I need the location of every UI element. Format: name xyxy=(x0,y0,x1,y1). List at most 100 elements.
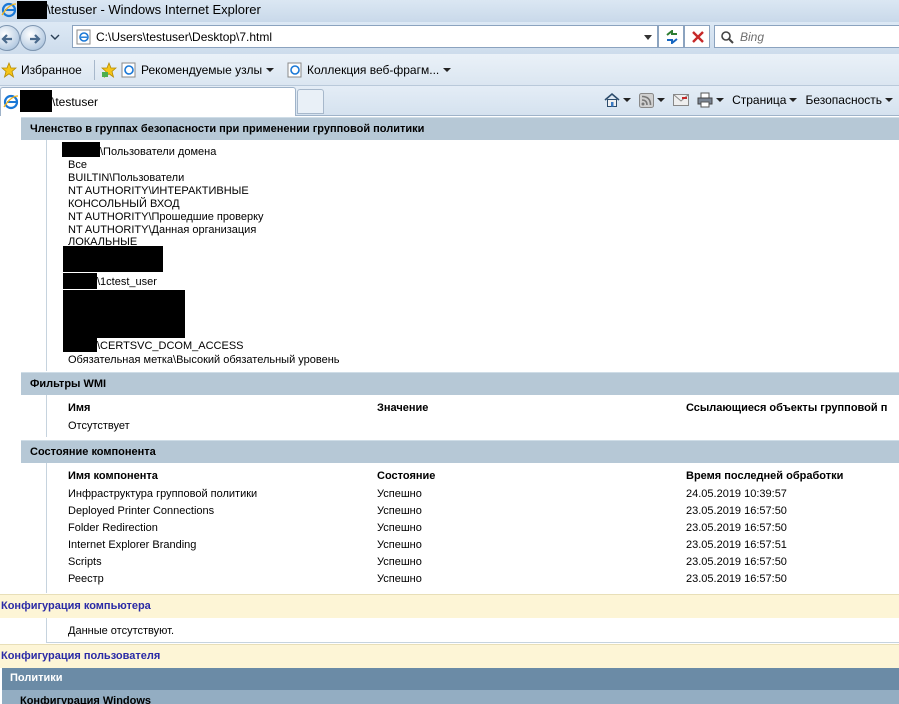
address-toolbar: C:\Users\testuser\Desktop\7.html Bing xyxy=(0,22,899,54)
refresh-button[interactable] xyxy=(658,25,684,48)
section-title: Конфигурация компьютера xyxy=(1,600,151,612)
star-icon xyxy=(1,62,17,78)
page-menu[interactable]: Страница xyxy=(732,93,798,107)
ie-page-icon xyxy=(287,62,302,78)
section-title: Политики xyxy=(10,672,63,684)
component-state: Успешно xyxy=(377,522,422,534)
print-button[interactable] xyxy=(697,92,725,108)
favorites-bar: Избранное Рекомендуемые узлы Коллекция в… xyxy=(0,54,899,86)
home-icon xyxy=(604,92,620,107)
back-button[interactable] xyxy=(0,25,20,51)
security-menu-label: Безопасность xyxy=(805,93,882,107)
page-ie-icon xyxy=(76,29,91,45)
divider xyxy=(46,642,899,643)
new-tab-button[interactable] xyxy=(297,89,324,114)
component-time: 23.05.2019 16:57:50 xyxy=(686,522,787,534)
component-name: Реестр xyxy=(68,573,104,585)
toolbar-divider xyxy=(94,60,95,80)
component-name: Folder Redirection xyxy=(68,522,158,534)
group-entry: \CERTSVC_DCOM_ACCESS xyxy=(97,340,244,352)
group-entry: NT AUTHORITY\Данная организация xyxy=(68,224,257,236)
group-entry: Обязательная метка\Высокий обязательный … xyxy=(68,354,340,366)
chevron-down-icon xyxy=(885,98,893,102)
address-input[interactable]: C:\Users\testuser\Desktop\7.html xyxy=(72,25,658,48)
chevron-down-icon xyxy=(443,68,452,72)
column-header: Время последней обработки xyxy=(686,470,844,482)
web-slice-gallery-label: Коллекция веб-фрагм... xyxy=(307,63,440,77)
recommended-sites-button[interactable]: Рекомендуемые узлы xyxy=(101,62,275,78)
section-left-rule xyxy=(46,140,47,371)
tab-bar: \testuser Страница Безопасность xyxy=(0,86,899,116)
ie-page-icon xyxy=(121,62,136,78)
windows-config-header[interactable]: Конфигурация Windows xyxy=(2,690,899,704)
tab-active[interactable]: \testuser xyxy=(0,87,296,116)
read-mail-button[interactable] xyxy=(673,94,690,106)
group-entry: NT AUTHORITY\ИНТЕРАКТИВНЫЕ xyxy=(68,185,249,197)
recent-pages-dropdown-icon[interactable] xyxy=(50,32,60,42)
user-config-header[interactable]: Конфигурация пользователя xyxy=(0,644,899,668)
section-left-rule xyxy=(46,618,47,642)
chevron-down-icon xyxy=(266,68,275,72)
ie-logo-icon xyxy=(3,94,19,110)
section-title: Конфигурация пользователя xyxy=(1,650,161,662)
close-icon xyxy=(692,31,704,43)
component-state: Успешно xyxy=(377,573,422,585)
chevron-down-icon xyxy=(657,98,666,102)
redacted-block xyxy=(63,273,97,289)
component-status-header[interactable]: Состояние компонента xyxy=(21,440,899,463)
redacted-domain xyxy=(20,90,52,112)
wmi-filters-header[interactable]: Фильтры WMI xyxy=(21,372,899,395)
component-name: Scripts xyxy=(68,556,102,568)
component-time: 24.05.2019 10:39:57 xyxy=(686,488,787,500)
home-button[interactable] xyxy=(604,92,632,108)
refresh-icon xyxy=(666,30,678,44)
column-header: Ссылающиеся объекты групповой п xyxy=(686,402,888,414)
command-bar: Страница Безопасность xyxy=(596,92,893,108)
chevron-down-icon xyxy=(789,98,798,102)
arrow-left-icon xyxy=(1,34,12,44)
recommended-sites-label: Рекомендуемые узлы xyxy=(141,63,263,77)
section-title: Фильтры WMI xyxy=(30,378,107,390)
stop-button[interactable] xyxy=(684,25,710,48)
component-name: Инфраструктура групповой политики xyxy=(68,488,258,500)
redacted-block xyxy=(63,290,185,338)
mail-icon xyxy=(673,94,690,106)
computer-config-header[interactable]: Конфигурация компьютера xyxy=(0,594,899,618)
component-time: 23.05.2019 16:57:50 xyxy=(686,556,787,568)
address-url: C:\Users\testuser\Desktop\7.html xyxy=(96,30,273,44)
chevron-down-icon xyxy=(716,98,725,102)
forward-button[interactable] xyxy=(20,25,46,51)
printer-icon xyxy=(697,92,713,108)
security-groups-header[interactable]: Членство в группах безопасности при прим… xyxy=(21,117,899,140)
redacted-block xyxy=(63,246,163,272)
component-time: 23.05.2019 16:57:50 xyxy=(686,573,787,585)
address-dropdown-icon[interactable] xyxy=(643,34,653,42)
window-titlebar: \testuser - Windows Internet Explorer xyxy=(0,0,899,22)
component-state: Успешно xyxy=(377,505,422,517)
favorites-button[interactable]: Избранное xyxy=(1,62,82,78)
column-header: Состояние xyxy=(377,470,436,482)
search-input[interactable]: Bing xyxy=(714,25,899,48)
web-slice-gallery-button[interactable]: Коллекция веб-фрагм... xyxy=(287,62,452,78)
group-entry: Все xyxy=(68,159,87,171)
group-entry: \1ctest_user xyxy=(97,276,157,288)
redacted-block xyxy=(63,338,97,352)
section-title: Конфигурация Windows xyxy=(20,695,152,704)
column-header: Имя компонента xyxy=(68,470,158,482)
component-state: Успешно xyxy=(377,539,422,551)
policies-header[interactable]: Политики xyxy=(2,668,899,690)
section-title: Членство в группах безопасности при прим… xyxy=(30,123,425,135)
component-state: Успешно xyxy=(377,488,422,500)
component-state: Успешно xyxy=(377,556,422,568)
group-entry: NT AUTHORITY\Прошедшие проверку xyxy=(68,211,264,223)
component-time: 23.05.2019 16:57:51 xyxy=(686,539,787,551)
rss-feed-icon xyxy=(639,92,655,108)
security-menu[interactable]: Безопасность xyxy=(805,93,893,107)
feeds-button[interactable] xyxy=(639,92,666,108)
window-title: \testuser - Windows Internet Explorer xyxy=(47,2,261,17)
search-icon xyxy=(721,31,734,44)
column-header: Значение xyxy=(377,402,429,414)
redacted-block xyxy=(62,142,100,157)
section-title: Состояние компонента xyxy=(30,446,156,458)
section-left-rule xyxy=(46,463,47,593)
